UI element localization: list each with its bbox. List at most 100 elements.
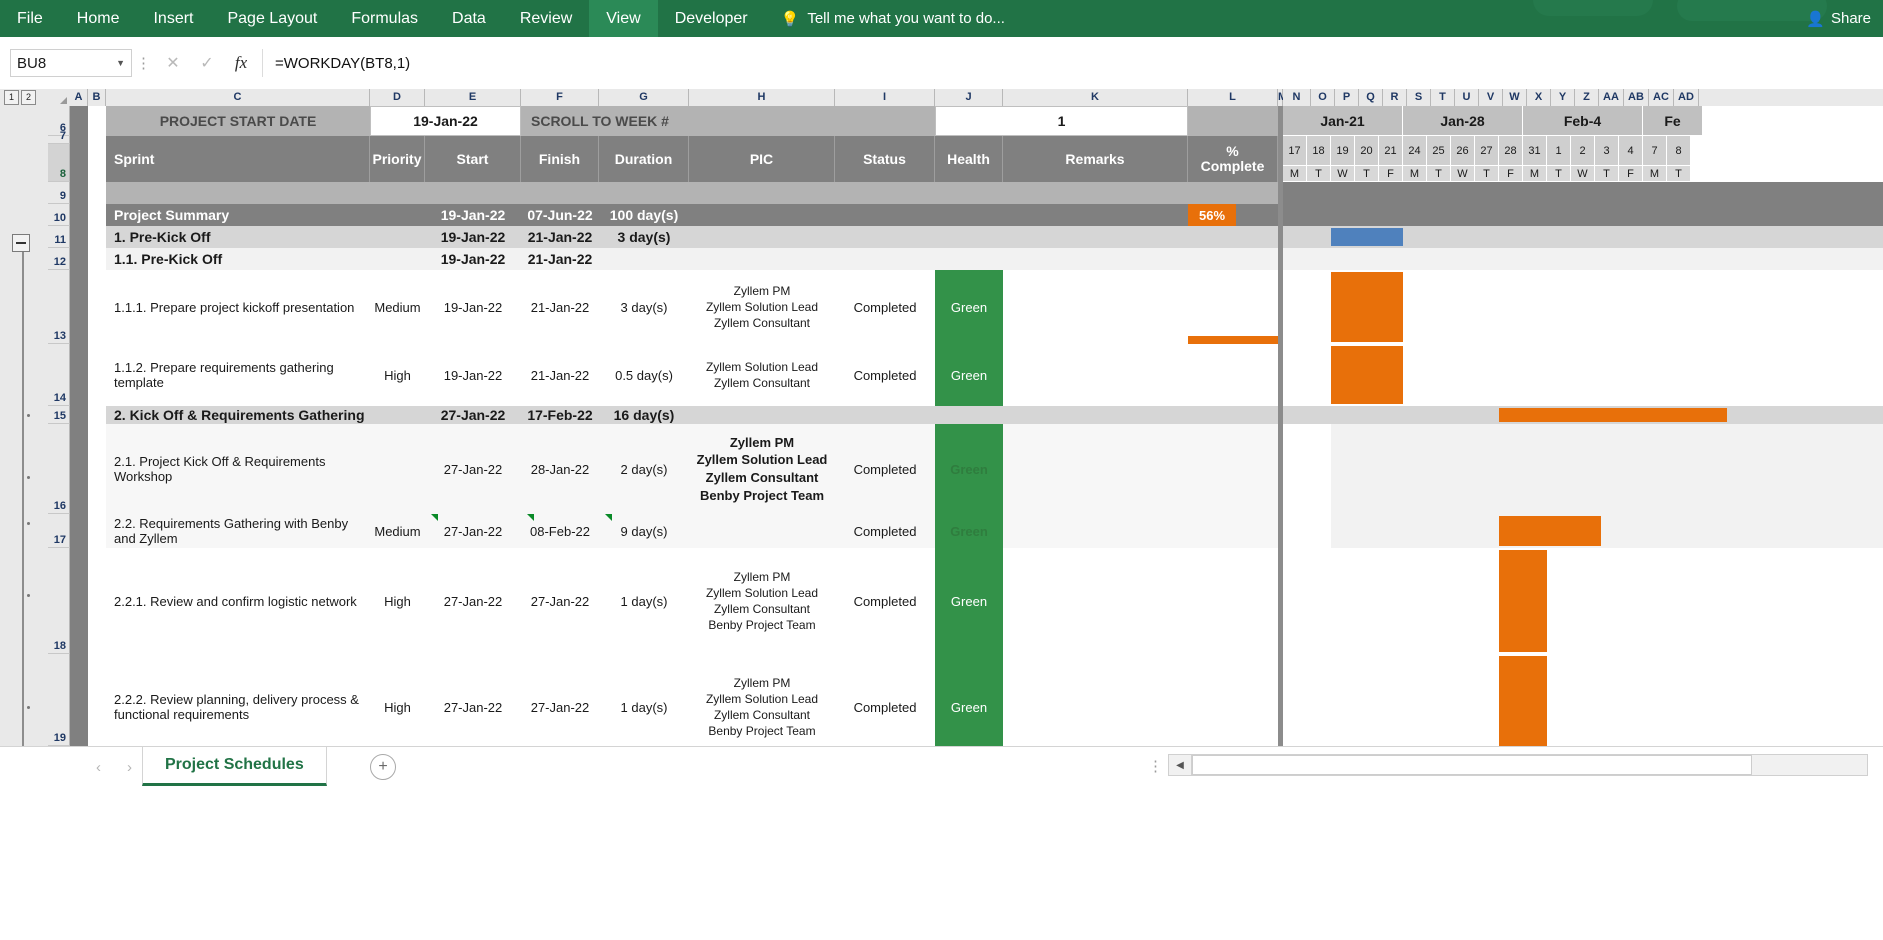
- column-header-Q[interactable]: Q: [1359, 89, 1383, 106]
- cell-health[interactable]: Green: [935, 344, 1003, 406]
- formula-input[interactable]: =WORKDAY(BT8,1): [262, 49, 1883, 77]
- cell-duration[interactable]: 3 day(s): [599, 270, 689, 344]
- column-header-AB[interactable]: AB: [1624, 89, 1649, 106]
- sheet-tab-project-schedules[interactable]: Project Schedules: [142, 747, 327, 786]
- share-button[interactable]: 👤 Share: [1806, 10, 1871, 28]
- cell-duration[interactable]: 3 day(s): [599, 226, 689, 248]
- scroll-to-week-input[interactable]: 1: [935, 106, 1188, 136]
- column-header-I[interactable]: I: [835, 89, 935, 106]
- row-header-7[interactable]: 7: [48, 130, 70, 144]
- ribbon-tab-file[interactable]: File: [0, 0, 60, 37]
- cell-priority[interactable]: [370, 406, 425, 424]
- cell-status[interactable]: [835, 204, 935, 226]
- column-header-A[interactable]: A: [70, 89, 88, 106]
- cell-priority[interactable]: [370, 248, 425, 270]
- row-header-14[interactable]: 14: [48, 344, 70, 406]
- ribbon-tab-formulas[interactable]: Formulas: [334, 0, 435, 37]
- cell-priority[interactable]: High: [370, 654, 425, 746]
- project-start-date-value[interactable]: 19-Jan-22: [370, 106, 521, 136]
- cell-remarks[interactable]: [1003, 424, 1188, 514]
- cell-status[interactable]: Completed: [835, 514, 935, 548]
- ribbon-tab-home[interactable]: Home: [60, 0, 137, 37]
- cell-priority[interactable]: [370, 226, 425, 248]
- cell-finish[interactable]: 27-Jan-22: [521, 548, 599, 654]
- cell-duration[interactable]: 1 day(s): [599, 654, 689, 746]
- column-header-O[interactable]: O: [1311, 89, 1335, 106]
- column-header-W[interactable]: W: [1503, 89, 1527, 106]
- ribbon-tab-review[interactable]: Review: [503, 0, 589, 37]
- cell-sprint[interactable]: 2. Kick Off & Requirements Gathering: [106, 406, 370, 424]
- row-header-10[interactable]: 10: [48, 204, 70, 226]
- row-header-15[interactable]: 15: [48, 406, 70, 424]
- column-header-J[interactable]: J: [935, 89, 1003, 106]
- row-header-17[interactable]: 17: [48, 514, 70, 548]
- cell-pic[interactable]: Zyllem PM Zyllem Solution Lead Zyllem Co…: [689, 548, 835, 654]
- column-header-V[interactable]: V: [1479, 89, 1503, 106]
- column-header-L[interactable]: L: [1188, 89, 1278, 106]
- cell-pic[interactable]: Zyllem PM Zyllem Solution Lead Zyllem Co…: [689, 424, 835, 514]
- cell-remarks[interactable]: [1003, 344, 1188, 406]
- add-sheet-button[interactable]: +: [370, 754, 396, 780]
- cell-status[interactable]: [835, 226, 935, 248]
- insert-function-icon[interactable]: fx: [224, 53, 258, 73]
- cell-duration[interactable]: 2 day(s): [599, 424, 689, 514]
- cell-priority[interactable]: Medium: [370, 514, 425, 548]
- name-box[interactable]: BU8 ▼: [10, 49, 132, 77]
- cell-status[interactable]: Completed: [835, 548, 935, 654]
- cell-remarks[interactable]: [1003, 248, 1188, 270]
- column-header-K[interactable]: K: [1003, 89, 1188, 106]
- ribbon-tab-data[interactable]: Data: [435, 0, 503, 37]
- cell-priority[interactable]: [370, 204, 425, 226]
- scrollbar-thumb[interactable]: [1192, 755, 1752, 775]
- cell-remarks[interactable]: [1003, 654, 1188, 746]
- row-header-13[interactable]: 13: [48, 270, 70, 344]
- cell-start[interactable]: 19-Jan-22: [425, 344, 521, 406]
- cell-pic[interactable]: [689, 514, 835, 548]
- column-header-D[interactable]: D: [370, 89, 425, 106]
- column-header-Y[interactable]: Y: [1551, 89, 1575, 106]
- cell-finish[interactable]: 07-Jun-22: [521, 204, 599, 226]
- cell-duration[interactable]: 9 day(s): [599, 514, 689, 548]
- cell-pic[interactable]: Zyllem PM Zyllem Solution Lead Zyllem Co…: [689, 270, 835, 344]
- ribbon-tab-insert[interactable]: Insert: [136, 0, 210, 37]
- cell-health[interactable]: Green: [935, 424, 1003, 514]
- cell-sprint[interactable]: 1. Pre-Kick Off: [106, 226, 370, 248]
- cell-remarks[interactable]: [1003, 548, 1188, 654]
- cell-priority[interactable]: Medium: [370, 270, 425, 344]
- next-sheet-icon[interactable]: ›: [127, 759, 132, 776]
- cell-status[interactable]: Completed: [835, 424, 935, 514]
- cell-duration[interactable]: 100 day(s): [599, 204, 689, 226]
- cell-health[interactable]: Green: [935, 270, 1003, 344]
- cell-start[interactable]: 27-Jan-22: [425, 514, 521, 548]
- column-header-B[interactable]: B: [88, 89, 106, 106]
- column-header-U[interactable]: U: [1455, 89, 1479, 106]
- cell-duration[interactable]: [599, 248, 689, 270]
- confirm-icon[interactable]: ✓: [190, 53, 224, 73]
- sheet-nav-arrows[interactable]: ‹ ›: [96, 759, 132, 776]
- cell-finish[interactable]: 27-Jan-22: [521, 654, 599, 746]
- column-header-AA[interactable]: AA: [1599, 89, 1624, 106]
- cell-sprint[interactable]: Project Summary: [106, 204, 370, 226]
- cell-status[interactable]: [835, 248, 935, 270]
- column-header-F[interactable]: F: [521, 89, 599, 106]
- ribbon-tab-view[interactable]: View: [589, 0, 658, 37]
- row-header-12[interactable]: 12: [48, 248, 70, 270]
- column-header-P[interactable]: P: [1335, 89, 1359, 106]
- column-header-X[interactable]: X: [1527, 89, 1551, 106]
- column-header-G[interactable]: G: [599, 89, 689, 106]
- row-header-8[interactable]: 8: [48, 144, 70, 182]
- cell-remarks[interactable]: [1003, 406, 1188, 424]
- cell-pic[interactable]: [689, 406, 835, 424]
- cell-start[interactable]: 19-Jan-22: [425, 204, 521, 226]
- cell-pic[interactable]: [689, 204, 835, 226]
- cell-finish[interactable]: 21-Jan-22: [521, 226, 599, 248]
- cell-sprint[interactable]: 1.1. Pre-Kick Off: [106, 248, 370, 270]
- column-header-Z[interactable]: Z: [1575, 89, 1599, 106]
- cell-status[interactable]: [835, 406, 935, 424]
- chevron-down-icon[interactable]: ▼: [116, 58, 125, 68]
- row-header-9[interactable]: 9: [48, 182, 70, 204]
- cell-finish[interactable]: 17-Feb-22: [521, 406, 599, 424]
- cell-sprint[interactable]: 1.1.1. Prepare project kickoff presentat…: [106, 270, 370, 344]
- column-header-C[interactable]: C: [106, 89, 370, 106]
- column-header-E[interactable]: E: [425, 89, 521, 106]
